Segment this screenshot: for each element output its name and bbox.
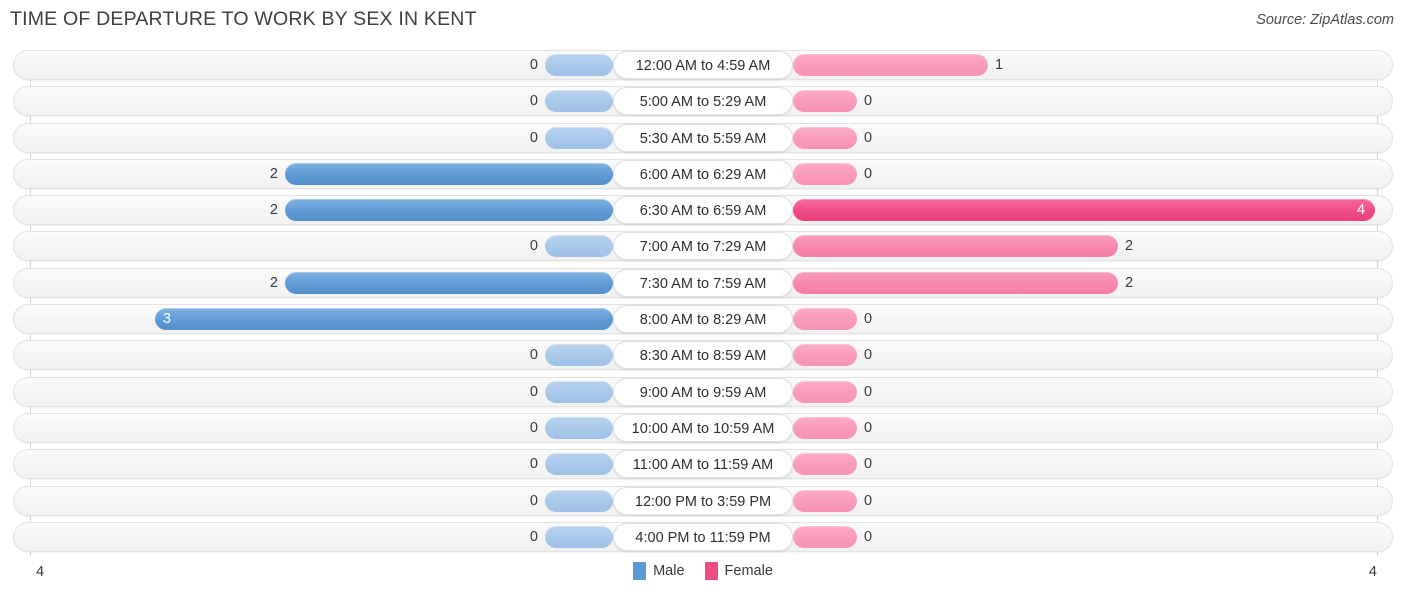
- bar-value-male: 0: [529, 456, 538, 473]
- bar-male[interactable]: [285, 199, 613, 222]
- bar-male[interactable]: [545, 90, 613, 113]
- bar-value-male: 0: [529, 57, 538, 73]
- bar-value-male: 2: [269, 202, 278, 219]
- category-label: 11:00 AM to 11:59 AM: [613, 450, 793, 479]
- bar-value-male: 2: [269, 165, 278, 182]
- bar-value-female: 0: [864, 129, 873, 146]
- category-label: 12:00 AM to 4:59 AM: [613, 51, 793, 79]
- bar-value-female: 2: [1125, 238, 1134, 255]
- table-row[interactable]: 0 0 5:30 AM to 5:59 AM: [0, 122, 1406, 153]
- bar-value-male: 0: [529, 93, 538, 110]
- bar-value-male: 2: [269, 274, 278, 291]
- legend-swatch-male-icon: [633, 562, 647, 580]
- bar-value-female: 4: [1357, 202, 1366, 219]
- table-row[interactable]: 0 0 11:00 AM to 11:59 AM: [0, 449, 1406, 480]
- legend-item-male[interactable]: Male: [633, 562, 685, 580]
- table-row[interactable]: 0 1 12:00 AM to 4:59 AM: [0, 50, 1406, 80]
- table-row[interactable]: 2 0 6:00 AM to 6:29 AM: [0, 158, 1406, 189]
- table-row[interactable]: 0 2 7:00 AM to 7:29 AM: [0, 231, 1406, 262]
- bar-value-female: 1: [995, 57, 1004, 73]
- bar-row-list: 0 1 12:00 AM to 4:59 AM 0 0 5:00 AM to 5:29 A…: [0, 50, 1406, 558]
- bar-female[interactable]: [793, 525, 857, 548]
- bar-female[interactable]: [793, 199, 1375, 222]
- bar-female[interactable]: [793, 90, 857, 113]
- bar-male[interactable]: [545, 54, 613, 76]
- bar-value-female: 0: [864, 347, 873, 364]
- bar-male[interactable]: [545, 453, 613, 476]
- table-row[interactable]: 0 0 5:00 AM to 5:29 AM: [0, 86, 1406, 117]
- category-label: 4:00 PM to 11:59 PM: [613, 522, 793, 551]
- bar-female[interactable]: [793, 489, 857, 512]
- category-label: 7:30 AM to 7:59 AM: [613, 268, 793, 297]
- bar-female[interactable]: [793, 308, 857, 331]
- category-label: 9:00 AM to 9:59 AM: [613, 377, 793, 406]
- bar-value-female: 2: [1125, 274, 1134, 291]
- category-label: 8:00 AM to 8:29 AM: [613, 305, 793, 334]
- bar-value-male: 0: [529, 347, 538, 364]
- table-row[interactable]: 3 0 8:00 AM to 8:29 AM: [0, 304, 1406, 335]
- bar-value-male: 0: [529, 419, 538, 436]
- bar-male[interactable]: [545, 344, 613, 367]
- category-label: 7:00 AM to 7:29 AM: [613, 232, 793, 261]
- table-row[interactable]: 0 0 4:00 PM to 11:59 PM: [0, 521, 1406, 552]
- bar-male[interactable]: [545, 416, 613, 439]
- legend-label-male: Male: [653, 563, 685, 579]
- category-label: 6:30 AM to 6:59 AM: [613, 196, 793, 225]
- bar-value-female: 0: [864, 93, 873, 110]
- category-label: 8:30 AM to 8:59 AM: [613, 341, 793, 370]
- legend-label-female: Female: [724, 563, 773, 579]
- bar-female[interactable]: [793, 453, 857, 476]
- bar-value-male: 0: [529, 383, 538, 400]
- bar-value-female: 0: [864, 492, 873, 509]
- table-row[interactable]: 0 0 8:30 AM to 8:59 AM: [0, 340, 1406, 371]
- bar-male[interactable]: [285, 162, 613, 185]
- bar-value-male: 0: [529, 129, 538, 146]
- bar-value-male: 3: [162, 311, 171, 328]
- bar-female[interactable]: [793, 271, 1118, 294]
- bar-female[interactable]: [793, 162, 857, 185]
- bar-male[interactable]: [545, 235, 613, 258]
- bar-female[interactable]: [793, 126, 857, 149]
- bar-male[interactable]: [545, 380, 613, 403]
- plot-area: 0 1 12:00 AM to 4:59 AM 0 0 5:00 AM to 5:29 A…: [0, 50, 1406, 556]
- table-row[interactable]: 0 0 10:00 AM to 10:59 AM: [0, 412, 1406, 443]
- bar-value-female: 0: [864, 165, 873, 182]
- bar-female[interactable]: [793, 416, 857, 439]
- legend: Male Female: [0, 558, 1406, 584]
- bar-value-male: 0: [529, 238, 538, 255]
- bar-value-male: 0: [529, 528, 538, 545]
- page-title: TIME OF DEPARTURE TO WORK BY SEX IN KENT: [10, 8, 477, 30]
- category-label: 10:00 AM to 10:59 AM: [613, 413, 793, 442]
- category-label: 12:00 PM to 3:59 PM: [613, 486, 793, 515]
- bar-value-male: 0: [529, 492, 538, 509]
- bar-male[interactable]: [155, 308, 613, 331]
- table-row[interactable]: 2 2 7:30 AM to 7:59 AM: [0, 267, 1406, 298]
- bar-male[interactable]: [545, 525, 613, 548]
- category-label: 5:30 AM to 5:59 AM: [613, 123, 793, 152]
- bar-value-female: 0: [864, 456, 873, 473]
- category-label: 6:00 AM to 6:29 AM: [613, 159, 793, 188]
- bar-value-female: 0: [864, 419, 873, 436]
- bar-male[interactable]: [285, 271, 613, 294]
- source-attribution: Source: ZipAtlas.com: [1256, 12, 1394, 28]
- bar-female[interactable]: [793, 344, 857, 367]
- bar-female[interactable]: [793, 54, 988, 76]
- table-row[interactable]: 2 4 6:30 AM to 6:59 AM: [0, 195, 1406, 226]
- bar-female[interactable]: [793, 380, 857, 403]
- bar-female[interactable]: [793, 235, 1118, 258]
- category-label: 5:00 AM to 5:29 AM: [613, 87, 793, 116]
- table-row[interactable]: 0 0 12:00 PM to 3:59 PM: [0, 485, 1406, 516]
- legend-item-female[interactable]: Female: [704, 562, 773, 580]
- bar-value-female: 0: [864, 528, 873, 545]
- bar-male[interactable]: [545, 489, 613, 512]
- chart-container: TIME OF DEPARTURE TO WORK BY SEX IN KENT…: [0, 0, 1406, 594]
- table-row[interactable]: 0 0 9:00 AM to 9:59 AM: [0, 376, 1406, 407]
- bar-value-female: 0: [864, 311, 873, 328]
- bar-value-female: 0: [864, 383, 873, 400]
- legend-swatch-female-icon: [704, 562, 718, 580]
- bar-male[interactable]: [545, 126, 613, 149]
